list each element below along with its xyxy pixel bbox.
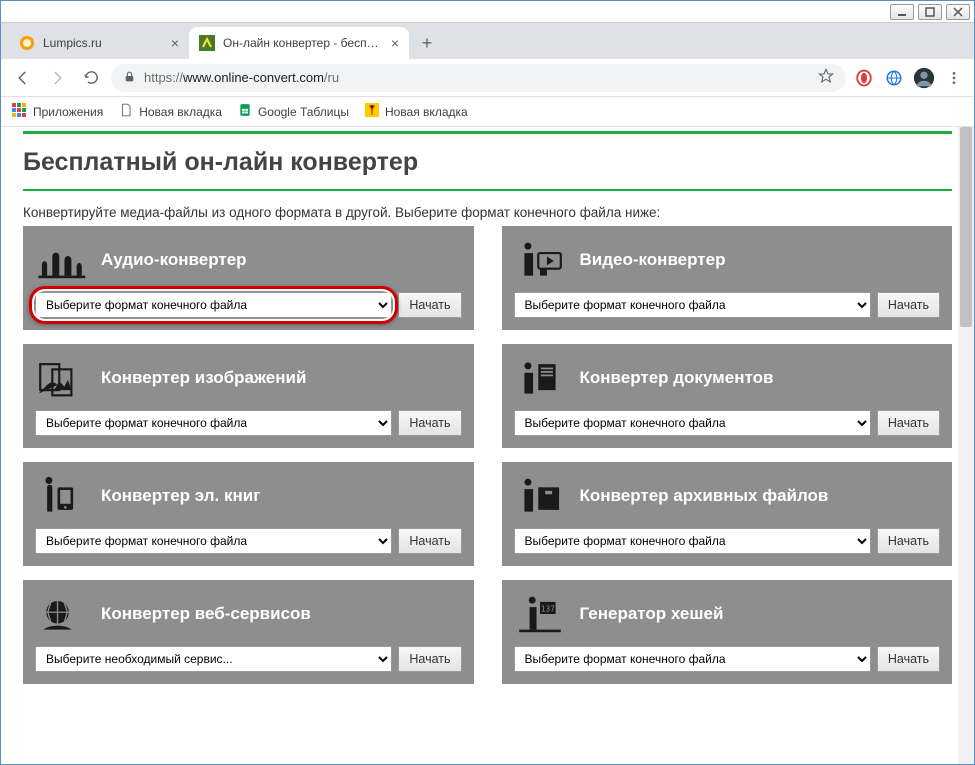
format-select[interactable]: Выберите необходимый сервис...: [35, 646, 392, 672]
converter-grid: Аудио-конвертер Выберите формат конечного…: [23, 226, 952, 684]
back-button[interactable]: [9, 64, 37, 92]
start-button[interactable]: Начать: [877, 292, 940, 318]
lock-icon: [123, 70, 136, 86]
format-select[interactable]: Выберите формат конечного файла: [514, 410, 871, 436]
window-frame: Lumpics.ru × Он-лайн конвертер - бесплат…: [0, 0, 975, 765]
bookmarks-bar: Приложения Новая вкладка Google Таблицы …: [1, 97, 974, 127]
browser-tab[interactable]: Lumpics.ru ×: [9, 27, 189, 59]
window-close-button[interactable]: [946, 4, 970, 20]
hash-icon: 137: [514, 592, 566, 636]
browser-menu-button[interactable]: [942, 66, 966, 90]
page-title: Бесплатный он-лайн конвертер: [23, 148, 952, 177]
card-title: Конвертер документов: [580, 368, 774, 388]
card-title: Конвертер эл. книг: [101, 486, 260, 506]
bookmark-label: Новая вкладка: [139, 105, 222, 119]
start-button[interactable]: Начать: [398, 528, 461, 554]
url-text: https://www.online-convert.com/ru: [144, 70, 339, 85]
bookmark-label: Google Таблицы: [258, 105, 349, 119]
page-lead: Конвертируйте медиа-файлы из одного форм…: [23, 205, 952, 220]
video-icon: [514, 238, 566, 282]
sheets-icon: [238, 103, 252, 120]
svg-text:137: 137: [540, 604, 554, 613]
web-icon: [35, 592, 87, 636]
titlebar: [1, 1, 974, 23]
extension-globe-icon[interactable]: [882, 66, 906, 90]
favicon-icon: [19, 35, 35, 51]
start-button[interactable]: Начать: [398, 292, 461, 318]
start-button[interactable]: Начать: [877, 646, 940, 672]
vertical-scrollbar[interactable]: [958, 127, 974, 764]
format-select[interactable]: Выберите формат конечного файла: [35, 528, 392, 554]
start-button[interactable]: Начать: [398, 646, 461, 672]
ebook-icon: [35, 474, 87, 518]
format-select[interactable]: Выберите формат конечного файла: [35, 292, 392, 318]
favicon-icon: [199, 35, 215, 51]
converter-card: Аудио-конвертер Выберите формат конечного…: [23, 226, 474, 330]
card-title: Генератор хешей: [580, 604, 724, 624]
archive-icon: [514, 474, 566, 518]
tab-title: Он-лайн конвертер - бесплатно: [223, 36, 383, 50]
browser-tab[interactable]: Он-лайн конвертер - бесплатно ×: [189, 27, 409, 59]
converter-card: Конвертер эл. книг Выберите формат конечн…: [23, 462, 474, 566]
audio-icon: [35, 238, 87, 282]
page-viewport: Бесплатный он-лайн конвертер Конвертируй…: [1, 127, 974, 764]
converter-card: Конвертер изображений Выберите формат кон…: [23, 344, 474, 448]
window-minimize-button[interactable]: [890, 4, 914, 20]
converter-card: 137 Генератор хешей Выберите формат конечн…: [502, 580, 953, 684]
document-icon: [514, 356, 566, 400]
card-title: Конвертер веб-сервисов: [101, 604, 311, 624]
tab-title: Lumpics.ru: [43, 36, 163, 50]
tab-close-icon[interactable]: ×: [171, 35, 179, 51]
yandex-icon: [365, 103, 379, 120]
forward-button[interactable]: [43, 64, 71, 92]
converter-card: Конвертер архивных файлов Выберите формат…: [502, 462, 953, 566]
format-select[interactable]: Выберите формат конечного файла: [514, 292, 871, 318]
divider: [23, 189, 952, 191]
bookmark-star-icon[interactable]: [818, 68, 834, 87]
apps-grid-icon: [11, 102, 27, 121]
converter-card: Видео-конвертер Выберите формат конечного…: [502, 226, 953, 330]
reload-button[interactable]: [77, 64, 105, 92]
card-title: Видео-конвертер: [580, 250, 726, 270]
converter-card: Конвертер веб-сервисов Выберите необходим…: [23, 580, 474, 684]
start-button[interactable]: Начать: [877, 528, 940, 554]
address-bar[interactable]: https://www.online-convert.com/ru: [111, 64, 846, 92]
divider: [23, 131, 952, 134]
scrollbar-thumb[interactable]: [960, 127, 972, 327]
window-maximize-button[interactable]: [918, 4, 942, 20]
card-title: Аудио-конвертер: [101, 250, 247, 270]
bookmark-apps[interactable]: Приложения: [11, 102, 103, 121]
card-title: Конвертер архивных файлов: [580, 486, 829, 506]
format-select[interactable]: Выберите формат конечного файла: [514, 646, 871, 672]
bookmark-label: Новая вкладка: [385, 105, 468, 119]
bookmark-item[interactable]: Google Таблицы: [238, 103, 349, 120]
bookmark-label: Приложения: [33, 105, 103, 119]
start-button[interactable]: Начать: [398, 410, 461, 436]
tab-close-icon[interactable]: ×: [391, 35, 399, 51]
page-icon: [119, 103, 133, 120]
converter-card: Конвертер документов Выберите формат коне…: [502, 344, 953, 448]
card-title: Конвертер изображений: [101, 368, 306, 388]
browser-tabstrip: Lumpics.ru × Он-лайн конвертер - бесплат…: [1, 23, 974, 59]
format-select[interactable]: Выберите формат конечного файла: [514, 528, 871, 554]
browser-toolbar: https://www.online-convert.com/ru: [1, 59, 974, 97]
start-button[interactable]: Начать: [877, 410, 940, 436]
bookmark-item[interactable]: Новая вкладка: [365, 103, 468, 120]
image-icon: [35, 356, 87, 400]
new-tab-button[interactable]: +: [413, 29, 441, 57]
extension-opera-icon[interactable]: [852, 66, 876, 90]
bookmark-item[interactable]: Новая вкладка: [119, 103, 222, 120]
profile-avatar[interactable]: [912, 66, 936, 90]
format-select[interactable]: Выберите формат конечного файла: [35, 410, 392, 436]
